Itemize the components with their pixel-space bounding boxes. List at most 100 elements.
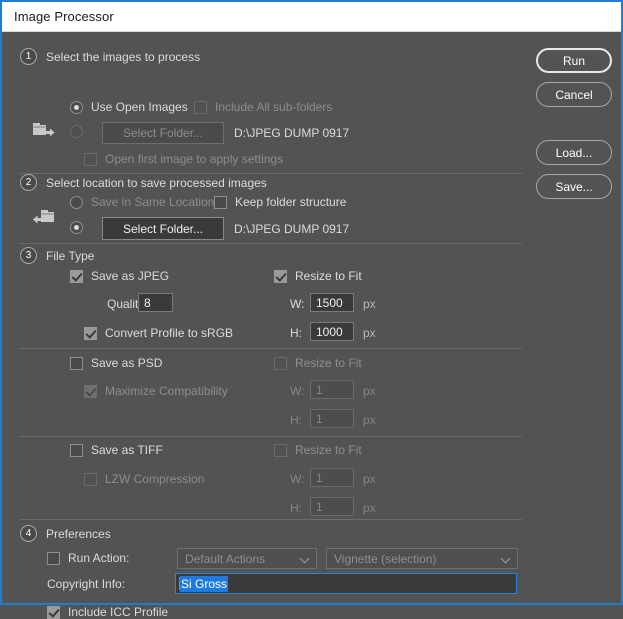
maximize-compatibility-checkbox[interactable] — [84, 384, 97, 398]
lzw-compression-option[interactable]: LZW Compression — [84, 472, 204, 486]
load-button[interactable]: Load... — [536, 140, 612, 165]
save-same-location-option[interactable]: Save in Same Location — [70, 195, 214, 209]
keep-folder-structure-option[interactable]: Keep folder structure — [214, 195, 346, 209]
folder-export-icon — [32, 122, 58, 142]
save-as-tiff-label: Save as TIFF — [91, 443, 163, 457]
use-open-images-option[interactable]: Use Open Images — [70, 100, 188, 114]
open-first-image-label: Open first image to apply settings — [105, 152, 284, 166]
use-open-images-radio[interactable] — [70, 100, 83, 114]
psd-resize-to-fit-label: Resize to Fit — [295, 356, 362, 370]
open-first-image-option[interactable]: Open first image to apply settings — [84, 152, 283, 166]
action-name-select[interactable]: Vignette (selection) — [326, 548, 518, 569]
step-3-badge: 3 — [20, 247, 37, 264]
jpeg-height-input[interactable]: 1000 — [310, 322, 354, 341]
save-as-tiff-checkbox[interactable] — [70, 443, 83, 457]
copyright-info-input[interactable]: Si Gross — [175, 573, 517, 594]
tiff-resize-to-fit-option[interactable]: Resize to Fit — [274, 443, 362, 457]
convert-srgb-option[interactable]: Convert Profile to sRGB — [84, 326, 233, 340]
step1-select-folder-button[interactable]: Select Folder... — [102, 122, 224, 144]
tiff-width-input[interactable]: 1 — [310, 468, 354, 487]
open-first-image-checkbox[interactable] — [84, 152, 97, 166]
window-title: Image Processor — [14, 9, 114, 24]
copyright-info-value: Si Gross — [180, 575, 229, 592]
lzw-compression-checkbox[interactable] — [84, 472, 97, 486]
separator-3 — [20, 348, 522, 349]
run-action-checkbox[interactable] — [47, 551, 60, 565]
save-as-psd-option[interactable]: Save as PSD — [70, 356, 162, 370]
step-1-title: Select the images to process — [46, 50, 201, 64]
separator-1 — [20, 173, 522, 174]
jpeg-resize-to-fit-option[interactable]: Resize to Fit — [274, 269, 362, 283]
tiff-height-input[interactable]: 1 — [310, 497, 354, 516]
save-same-location-label: Save in Same Location — [91, 195, 215, 209]
step-2-badge: 2 — [20, 174, 37, 191]
maximize-compatibility-option[interactable]: Maximize Compatibility — [84, 384, 228, 398]
step-4-title: Preferences — [46, 527, 111, 541]
include-icc-option[interactable]: Include ICC Profile — [47, 605, 168, 619]
save-same-location-radio[interactable] — [70, 195, 83, 209]
jpeg-height-unit: px — [363, 326, 376, 340]
include-icc-checkbox[interactable] — [47, 605, 60, 619]
run-button[interactable]: Run — [536, 48, 612, 73]
save-as-jpeg-label: Save as JPEG — [91, 269, 170, 283]
psd-resize-to-fit-checkbox[interactable] — [274, 356, 287, 370]
convert-srgb-checkbox[interactable] — [84, 326, 97, 340]
run-action-option[interactable]: Run Action: — [47, 551, 129, 565]
jpeg-resize-to-fit-checkbox[interactable] — [274, 269, 287, 283]
psd-width-label: W: — [290, 384, 305, 398]
action-set-select[interactable]: Default Actions — [177, 548, 317, 569]
title-bar: Image Processor — [2, 2, 621, 32]
image-processor-dialog: Image Processor 1 Select the images to p… — [0, 0, 623, 619]
action-buttons-panel: Run Cancel Load... Save... — [527, 32, 621, 603]
psd-height-input[interactable]: 1 — [310, 409, 354, 428]
copyright-info-label: Copyright Info: — [47, 577, 126, 591]
save-button[interactable]: Save... — [536, 174, 612, 199]
jpeg-width-input[interactable]: 1500 — [310, 293, 354, 312]
lzw-compression-label: LZW Compression — [105, 472, 205, 486]
tiff-height-label: H: — [290, 501, 302, 515]
tiff-resize-to-fit-label: Resize to Fit — [295, 443, 362, 457]
save-as-jpeg-option[interactable]: Save as JPEG — [70, 269, 169, 283]
jpeg-width-label: W: — [290, 297, 305, 311]
use-open-images-label: Use Open Images — [91, 100, 188, 114]
jpeg-quality-input[interactable]: 8 — [138, 293, 173, 312]
save-as-jpeg-checkbox[interactable] — [70, 269, 83, 283]
step1-folder-radio[interactable] — [70, 125, 83, 138]
cancel-button[interactable]: Cancel — [536, 82, 612, 107]
step-1-badge: 1 — [20, 48, 37, 65]
run-action-label: Run Action: — [68, 551, 130, 565]
include-subfolders-option[interactable]: Include All sub-folders — [194, 100, 332, 114]
psd-width-unit: px — [363, 384, 376, 398]
psd-resize-to-fit-option[interactable]: Resize to Fit — [274, 356, 362, 370]
tiff-width-unit: px — [363, 472, 376, 486]
save-as-psd-label: Save as PSD — [91, 356, 163, 370]
save-as-tiff-option[interactable]: Save as TIFF — [70, 443, 163, 457]
step2-folder-path: D:\JPEG DUMP 0917 — [234, 222, 350, 236]
save-as-psd-checkbox[interactable] — [70, 356, 83, 370]
keep-folder-structure-checkbox[interactable] — [214, 195, 227, 209]
include-subfolders-checkbox[interactable] — [194, 100, 207, 114]
keep-folder-structure-label: Keep folder structure — [235, 195, 347, 209]
step-3-title: File Type — [46, 249, 95, 263]
step2-folder-option[interactable] — [70, 221, 83, 234]
separator-2 — [20, 243, 522, 244]
tiff-resize-to-fit-checkbox[interactable] — [274, 443, 287, 457]
step2-select-folder-button[interactable]: Select Folder... — [102, 217, 224, 240]
step1-folder-path: D:\JPEG DUMP 0917 — [234, 126, 350, 140]
psd-height-label: H: — [290, 413, 302, 427]
chevron-down-icon — [502, 554, 511, 563]
step1-folder-option[interactable] — [70, 125, 83, 138]
include-subfolders-label: Include All sub-folders — [215, 100, 333, 114]
jpeg-resize-to-fit-label: Resize to Fit — [295, 269, 362, 283]
jpeg-height-label: H: — [290, 326, 302, 340]
separator-4 — [20, 436, 522, 437]
step2-folder-radio[interactable] — [70, 221, 83, 234]
maximize-compatibility-label: Maximize Compatibility — [105, 384, 228, 398]
psd-width-input[interactable]: 1 — [310, 380, 354, 399]
psd-height-unit: px — [363, 413, 376, 427]
step-4-badge: 4 — [20, 525, 37, 542]
tiff-height-unit: px — [363, 501, 376, 515]
settings-panel: 1 Select the images to process Use Open … — [2, 32, 527, 619]
action-set-value: Default Actions — [185, 551, 266, 566]
tiff-width-label: W: — [290, 472, 305, 486]
